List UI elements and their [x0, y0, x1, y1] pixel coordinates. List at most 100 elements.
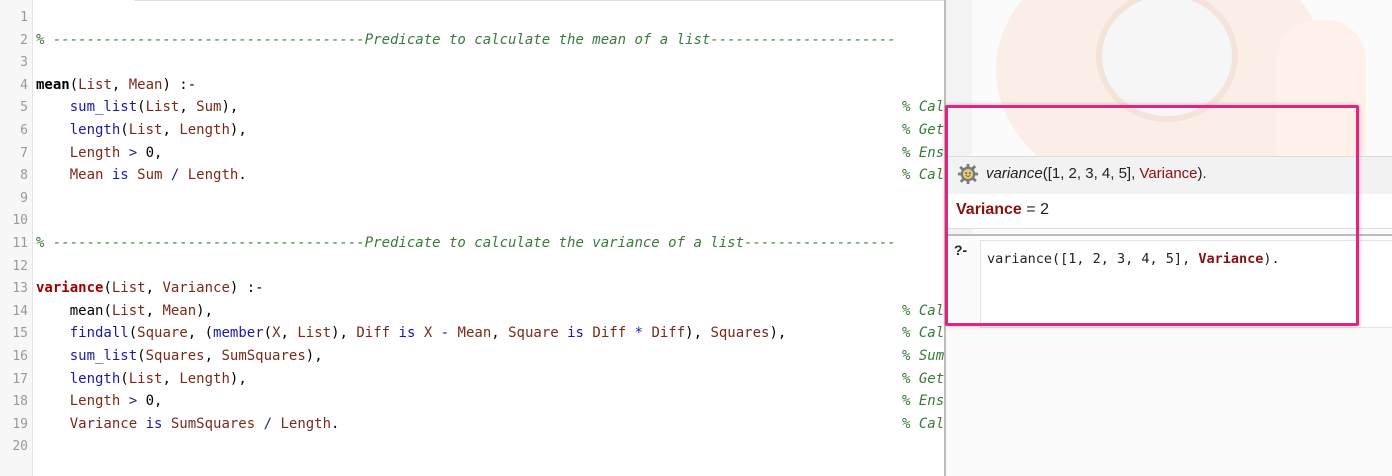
code-text: variance(List, Variance) :-	[36, 277, 264, 300]
query-prompt: ?-	[954, 242, 968, 258]
code-token: Length	[69, 393, 121, 410]
code-token: Sum	[196, 99, 222, 116]
code-token: >	[120, 144, 146, 161]
code-token: Squares	[710, 325, 770, 342]
line-number: 14	[12, 303, 28, 319]
code-token: List	[128, 121, 163, 138]
code-token: ),	[229, 370, 247, 387]
code-token: ,	[280, 325, 298, 342]
code-line[interactable]: 19 Variance is SumSquares / Length. % Cal	[0, 413, 944, 436]
code-line[interactable]: 13 variance(List, Variance) :-	[0, 277, 944, 300]
code-token: ,	[154, 393, 163, 410]
code-editor[interactable]: 1 2% ------------------------------------…	[0, 0, 944, 476]
code-token: (	[263, 325, 273, 342]
code-text: Length > 0,	[36, 142, 163, 165]
editor-top-divider	[134, 0, 944, 3]
code-line[interactable]: 8 Mean is Sum / Length. % Cal	[0, 164, 944, 187]
code-token: ,	[162, 121, 180, 138]
code-token: /	[255, 415, 281, 432]
code-token: (	[120, 370, 129, 387]
code-token: ),	[229, 121, 247, 138]
line-number: 3	[20, 55, 28, 71]
code-token: List	[297, 325, 332, 342]
code-line[interactable]: 9	[0, 187, 944, 210]
code-token: ),	[769, 325, 787, 342]
code-line[interactable]: 14 mean(List, Mean), % Cal	[0, 300, 944, 323]
code-line[interactable]: 17 length(List, Length), % Get	[0, 368, 944, 391]
query-input-text[interactable]: variance([1, 2, 3, 4, 5], Variance).	[987, 251, 1280, 267]
answer-value: = 2	[1021, 201, 1049, 218]
code-line[interactable]: 3	[0, 51, 944, 74]
code-text: sum_list(List, Sum),	[36, 96, 239, 119]
code-token: sum_list	[69, 347, 138, 364]
code-token: is	[558, 325, 593, 342]
code-token: Sum	[137, 167, 163, 184]
code-token: (	[128, 325, 138, 342]
code-line[interactable]: 5 sum_list(List, Sum), % Cal	[0, 96, 944, 119]
code-line[interactable]: 16 sum_list(Squares, SumSquares), % Sum	[0, 345, 944, 368]
code-line[interactable]: 4 mean(List, Mean) :-	[0, 74, 944, 97]
code-line[interactable]: 12	[0, 255, 944, 278]
code-line[interactable]: 20	[0, 435, 944, 458]
code-token: X	[272, 325, 281, 342]
code-token: ),	[685, 325, 711, 342]
line-number: 12	[12, 258, 28, 274]
code-lines[interactable]: 1 2% ------------------------------------…	[0, 6, 944, 458]
code-line[interactable]: 1	[0, 6, 944, 29]
inline-comment: % Sum	[902, 347, 944, 364]
code-token: *	[626, 325, 652, 342]
line-number: 9	[20, 190, 28, 206]
code-token: ,	[491, 325, 509, 342]
line-number: 10	[12, 213, 28, 229]
code-token: (	[103, 302, 112, 319]
query-text: variance([1, 2, 3, 4, 5], Variance).	[986, 165, 1207, 182]
code-token: ,	[162, 370, 180, 387]
answer-text: Variance = 2	[956, 201, 1049, 219]
input-after: ).	[1263, 251, 1280, 267]
query-input[interactable]: variance([1, 2, 3, 4, 5], Variance).	[980, 240, 1392, 328]
code-token: -	[432, 325, 458, 342]
gear-icon[interactable]	[957, 163, 979, 185]
line-number: 18	[12, 394, 28, 410]
code-token: % -------------------------------------P…	[36, 31, 896, 48]
code-line[interactable]: 15 findall(Square, (member(X, List), Dif…	[0, 322, 944, 345]
query-input-area: ?- variance([1, 2, 3, 4, 5], Variance).	[946, 234, 1392, 476]
code-token: Diff	[651, 325, 686, 342]
code-token: Squares	[145, 347, 205, 364]
code-token: is	[137, 415, 171, 432]
code-text: length(List, Length),	[36, 368, 247, 391]
code-token: .	[331, 415, 340, 432]
code-token: ,	[145, 302, 163, 319]
line-number: 1	[20, 10, 28, 25]
inline-comment: % Ens	[902, 393, 944, 410]
inline-comment: % Cal	[902, 325, 944, 342]
code-text: Variance is SumSquares / Length.	[36, 413, 340, 436]
code-line[interactable]: 7 Length > 0, % Ens	[0, 142, 944, 165]
code-text: length(List, Length),	[36, 119, 247, 142]
inline-comment: % Cal	[902, 167, 944, 184]
code-token: Length	[69, 144, 121, 161]
code-token: Length	[280, 415, 332, 432]
code-token: .	[238, 167, 247, 184]
code-token: (	[137, 347, 146, 364]
code-token: variance	[36, 280, 104, 297]
inline-comment: % Cal	[902, 302, 944, 319]
code-line[interactable]: 2 % -------------------------------------…	[0, 29, 944, 52]
code-line[interactable]: 11 % ------------------------------------…	[0, 232, 944, 255]
line-number: 20	[12, 439, 28, 455]
code-token: ) :-	[229, 280, 264, 297]
code-token: ,	[145, 280, 163, 297]
code-token: Length	[179, 370, 230, 387]
inline-comment: % Cal	[902, 415, 944, 432]
code-token: , (	[187, 325, 214, 342]
code-line[interactable]: 18 Length > 0, % Ens	[0, 390, 944, 413]
input-before: variance([1, 2, 3, 4, 5],	[987, 251, 1199, 267]
code-token: SumSquares	[221, 347, 306, 364]
code-line[interactable]: 10	[0, 209, 944, 232]
code-line[interactable]: 6 length(List, Length), % Get	[0, 119, 944, 142]
